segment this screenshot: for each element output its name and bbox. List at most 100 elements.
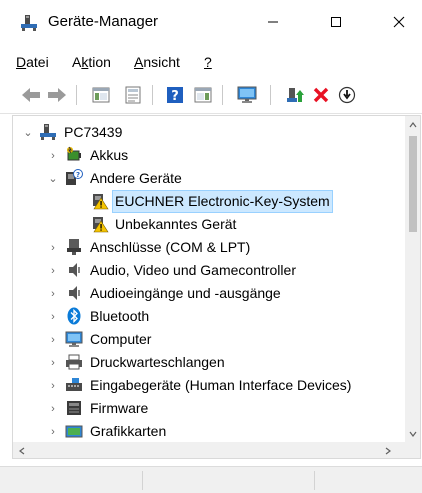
tree-node-label: Audioeingänge und -ausgänge [90, 285, 281, 301]
tree-node-label: Firmware [90, 400, 149, 416]
tree-node-audioeingaenge[interactable]: › Audioeingänge und -ausgänge [13, 282, 405, 305]
properties-button[interactable] [122, 84, 144, 106]
hid-icon [66, 378, 82, 391]
bluetooth-icon [67, 307, 81, 325]
tree-node-druckwarteschlangen[interactable]: › Druckwarteschlangen [13, 351, 405, 374]
tree-node-label: Audio, Video und Gamecontroller [90, 262, 296, 278]
update-driver-button[interactable] [284, 84, 306, 106]
chevron-right-icon[interactable]: › [47, 236, 59, 259]
menu-datei[interactable]: Datei [16, 53, 49, 71]
tree-node-label: Bluetooth [90, 308, 150, 324]
speaker-icon [69, 263, 80, 277]
uninstall-device-button[interactable] [310, 84, 332, 106]
back-button[interactable] [20, 84, 42, 106]
tree-node-akkus[interactable]: › Akkus [13, 144, 405, 167]
chevron-right-icon[interactable]: › [47, 305, 59, 328]
forward-button[interactable] [46, 84, 68, 106]
status-separator [314, 471, 315, 490]
chevron-right-icon[interactable]: › [47, 374, 59, 397]
menu-bar: Datei Aktion Ansicht ? [0, 44, 422, 76]
monitor-scan-icon [237, 86, 257, 103]
tree-node-eingabegeraete[interactable]: › Eingabegeräte (Human Interface Devices… [13, 374, 405, 397]
warning-device-icon [93, 217, 109, 233]
tree-leaf-unbekanntes-geraet[interactable]: Unbekanntes Gerät [13, 213, 405, 236]
menu-ansicht-mnemonic: A [134, 54, 144, 70]
computer-root-icon [40, 124, 56, 140]
tree-node-grafikkarten[interactable]: › Grafikkarten [13, 420, 405, 442]
minimize-button[interactable] [250, 0, 296, 44]
menu-datei-mnemonic: D [16, 54, 27, 70]
speaker-icon [69, 286, 80, 300]
disable-device-button[interactable] [336, 84, 358, 106]
chevron-up-icon [409, 121, 417, 127]
scan-hardware-button[interactable] [236, 84, 258, 106]
horizontal-scrollbar[interactable] [13, 442, 405, 458]
maximize-button[interactable] [313, 0, 359, 44]
menu-aktion[interactable]: Aktion [72, 53, 111, 71]
chevron-right-icon [385, 447, 391, 454]
help-icon: ? [167, 87, 183, 104]
tree-leaf-euchner[interactable]: EUCHNER Electronic-Key-System [13, 190, 405, 213]
menu-ansicht-rest: nsicht [143, 54, 180, 70]
chevron-left-icon [18, 447, 24, 454]
menu-ansicht[interactable]: Ansicht [134, 53, 180, 71]
tree-leaf-label: Unbekanntes Gerät [115, 216, 237, 232]
close-button[interactable] [376, 0, 422, 44]
console-tree-icon [92, 87, 110, 103]
device-tree[interactable]: ⌄ PC73439 › Akkus ⌄ ? Andere Geräte EUCH… [13, 116, 405, 442]
help-button[interactable]: ? [164, 84, 186, 106]
tree-node-bluetooth[interactable]: › Bluetooth [13, 305, 405, 328]
tree-node-firmware[interactable]: › Firmware [13, 397, 405, 420]
close-icon [393, 16, 405, 28]
chevron-right-icon[interactable]: › [47, 144, 59, 167]
chevron-right-icon[interactable]: › [47, 420, 59, 442]
menu-help[interactable]: ? [204, 53, 212, 71]
chevron-down-icon[interactable]: ⌄ [47, 167, 59, 190]
firmware-icon [67, 401, 81, 415]
scroll-down-arrow[interactable] [405, 425, 420, 442]
tree-node-label: Eingabegeräte (Human Interface Devices) [90, 377, 352, 393]
scroll-right-arrow[interactable] [379, 442, 396, 458]
vertical-scrollbar[interactable] [405, 116, 420, 442]
minimize-icon [268, 21, 278, 23]
console-tree-button[interactable] [90, 84, 112, 106]
port-icon [67, 239, 81, 255]
toolbar-separator [270, 85, 271, 105]
unknown-device-icon: ? [66, 169, 83, 185]
disable-device-icon [338, 86, 356, 104]
tree-node-anschluesse[interactable]: › Anschlüsse (COM & LPT) [13, 236, 405, 259]
device-tree-pane: ⌄ PC73439 › Akkus ⌄ ? Andere Geräte EUCH… [12, 115, 421, 459]
chevron-right-icon[interactable]: › [47, 397, 59, 420]
tree-node-label: Andere Geräte [90, 170, 182, 186]
tree-node-andere-geraete[interactable]: ⌄ ? Andere Geräte [13, 167, 405, 190]
forward-icon [48, 88, 66, 102]
tree-root[interactable]: ⌄ PC73439 [13, 121, 405, 144]
tree-leaf-label: EUCHNER Electronic-Key-System [112, 190, 333, 213]
title-bar: Geräte-Manager [0, 0, 422, 44]
vertical-scroll-thumb[interactable] [409, 136, 417, 232]
tree-node-computer[interactable]: › Computer [13, 328, 405, 351]
chevron-right-icon[interactable]: › [47, 328, 59, 351]
status-bar [0, 466, 422, 493]
svg-text:?: ? [76, 171, 80, 179]
scroll-up-arrow[interactable] [405, 116, 420, 133]
properties-icon [125, 86, 141, 104]
menu-aktion-rest: tion [88, 54, 111, 70]
action-pane-icon [194, 87, 212, 103]
tree-node-label: Druckwarteschlangen [90, 354, 225, 370]
toolbar-separator [76, 85, 77, 105]
chevron-down-icon[interactable]: ⌄ [22, 121, 34, 144]
tree-node-audio-video[interactable]: › Audio, Video und Gamecontroller [13, 259, 405, 282]
tree-node-label: Anschlüsse (COM & LPT) [90, 239, 251, 255]
svg-text:?: ? [171, 89, 179, 104]
tree-node-label: Computer [90, 331, 152, 347]
chevron-right-icon[interactable]: › [47, 351, 59, 374]
chevron-right-icon[interactable]: › [47, 282, 59, 305]
action-pane-button[interactable] [192, 84, 214, 106]
back-icon [22, 88, 40, 102]
chevron-right-icon[interactable]: › [47, 259, 59, 282]
toolbar-separator [222, 85, 223, 105]
scroll-left-arrow[interactable] [13, 442, 30, 458]
toolbar-separator [152, 85, 153, 105]
display-adapter-icon [65, 425, 83, 438]
